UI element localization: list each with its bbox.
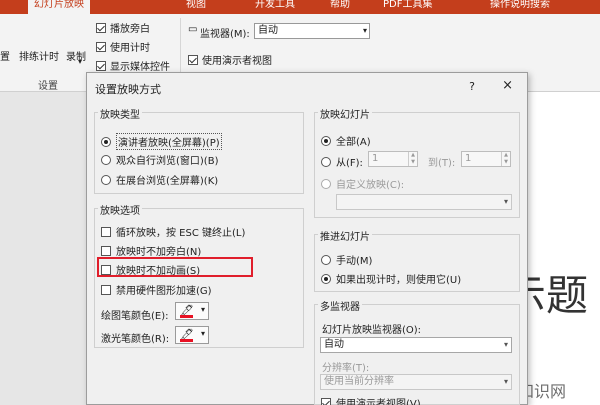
record-button[interactable]: 录制 [66,48,86,63]
radio-kiosk[interactable]: 在展台浏览(全屏幕)(K) [101,172,218,187]
slideshow-monitor-label: 幻灯片放映监视器(O): [322,325,422,336]
laser-color-swatch [180,339,193,342]
advance-slides-legend: 推进幻灯片 [318,228,372,243]
multi-monitor-legend: 多监视器 [318,298,362,313]
radio-custom-show[interactable]: 自定义放映(C): [321,176,404,191]
presenter-view-check[interactable]: 使用演示者视图 [188,52,272,67]
laser-color-button[interactable]: 🖊 ▾ [175,326,209,344]
show-type-legend: 放映类型 [98,106,142,121]
resolution-select[interactable]: 使用当前分辨率 ▾ [320,374,512,390]
tab-pdf-tools[interactable]: PDF工具集 [383,0,432,14]
radio-icon[interactable] [101,154,111,165]
highlight-box [97,257,253,277]
show-options-legend: 放映选项 [98,202,142,217]
ribbon-tab-bar: 幻灯片放映 视图 开发工具 帮助 PDF工具集 操作说明搜索 [0,0,600,14]
radio-manual[interactable]: 手动(M) [321,252,372,267]
help-button[interactable]: ? [469,80,475,93]
radio-icon[interactable] [321,273,331,284]
checkbox-icon[interactable] [101,226,111,237]
chevron-down-icon[interactable]: ▾ [201,305,205,314]
radio-icon[interactable] [321,178,331,189]
resolution-label: 分辨率(T): [322,363,370,374]
spin-arrows-icon[interactable]: ▲ ▼ [408,152,417,166]
tab-slideshow[interactable]: 幻灯片放映 [28,0,90,14]
monitor-label: 监视器(M): [200,29,250,40]
no-narration-check[interactable]: 放映时不加旁白(N) [101,243,201,258]
rehearse-timings-button[interactable]: 排练计时 [19,48,59,63]
chevron-down-icon[interactable]: ▾ [201,329,205,338]
pen-color-button[interactable]: 🖊 ▾ [175,302,209,320]
laser-color-label: 激光笔颜色(R): [101,334,170,345]
checkbox-icon[interactable] [96,41,106,52]
checkbox-icon[interactable] [101,284,111,295]
checkbox-icon[interactable] [96,60,106,71]
radio-icon[interactable] [321,156,331,167]
ribbon-cut-label: 置 [0,52,10,63]
monitor-icon: ▭ [188,24,198,35]
pen-color-label: 绘图笔颜色(E): [101,311,169,322]
from-slide-spinner[interactable]: 1 ▲ ▼ [368,151,418,167]
slideshow-monitor-select[interactable]: 自动 ▾ [320,337,512,353]
tab-tell-me[interactable]: 操作说明搜索 [490,0,550,14]
record-dropdown-icon[interactable]: ▾ [78,57,82,66]
chevron-down-icon[interactable]: ▾ [504,338,508,352]
checkbox-icon[interactable] [96,22,106,33]
radio-icon[interactable] [321,254,331,265]
radio-presenter[interactable]: 演讲者放映(全屏幕)(P) [101,133,222,150]
checkbox-icon[interactable] [101,245,111,256]
radio-all-slides[interactable]: 全部(A) [321,133,371,148]
disable-hw-accel-check[interactable]: 禁用硬件图形加速(G) [101,282,212,297]
tab-developer[interactable]: 开发工具 [255,0,295,14]
radio-individual[interactable]: 观众自行浏览(窗口)(B) [101,152,218,167]
spin-arrows-icon[interactable]: ▲ ▼ [501,152,510,166]
radio-icon[interactable] [101,174,111,185]
radio-from[interactable]: 从(F): [321,154,363,169]
chevron-down-icon[interactable]: ▾ [363,24,367,38]
radio-icon[interactable] [101,136,111,147]
use-timings-check[interactable]: 使用计时 [96,39,150,54]
to-slide-spinner[interactable]: 1 ▲ ▼ [461,151,511,167]
chevron-down-icon[interactable]: ▾ [504,375,508,389]
loop-check[interactable]: 循环放映，按 ESC 键终止(L) [101,224,245,239]
tab-view[interactable]: 视图 [186,0,206,14]
checkbox-icon[interactable] [188,54,198,65]
presenter-view-dialog-check[interactable]: 使用演示者视图(V) [321,395,421,405]
chevron-down-icon[interactable]: ▾ [504,195,508,209]
custom-show-select[interactable]: ▾ [336,194,512,210]
group-setup-label: 设置 [38,81,58,92]
play-narration-check[interactable]: 播放旁白 [96,20,150,35]
radio-icon[interactable] [321,135,331,146]
tab-help[interactable]: 帮助 [330,0,350,14]
radio-use-timings[interactable]: 如果出现计时，则使用它(U) [321,271,461,286]
show-slides-legend: 放映幻灯片 [318,106,372,121]
close-button[interactable]: × [502,78,513,93]
monitor-select[interactable]: 自动 ▾ [254,23,370,39]
show-media-controls-check[interactable]: 显示媒体控件 [96,58,170,73]
checkbox-icon[interactable] [321,397,331,405]
pen-color-swatch [180,315,193,318]
dialog-title: 设置放映方式 [95,83,161,96]
to-label: 到(T): [428,158,456,169]
